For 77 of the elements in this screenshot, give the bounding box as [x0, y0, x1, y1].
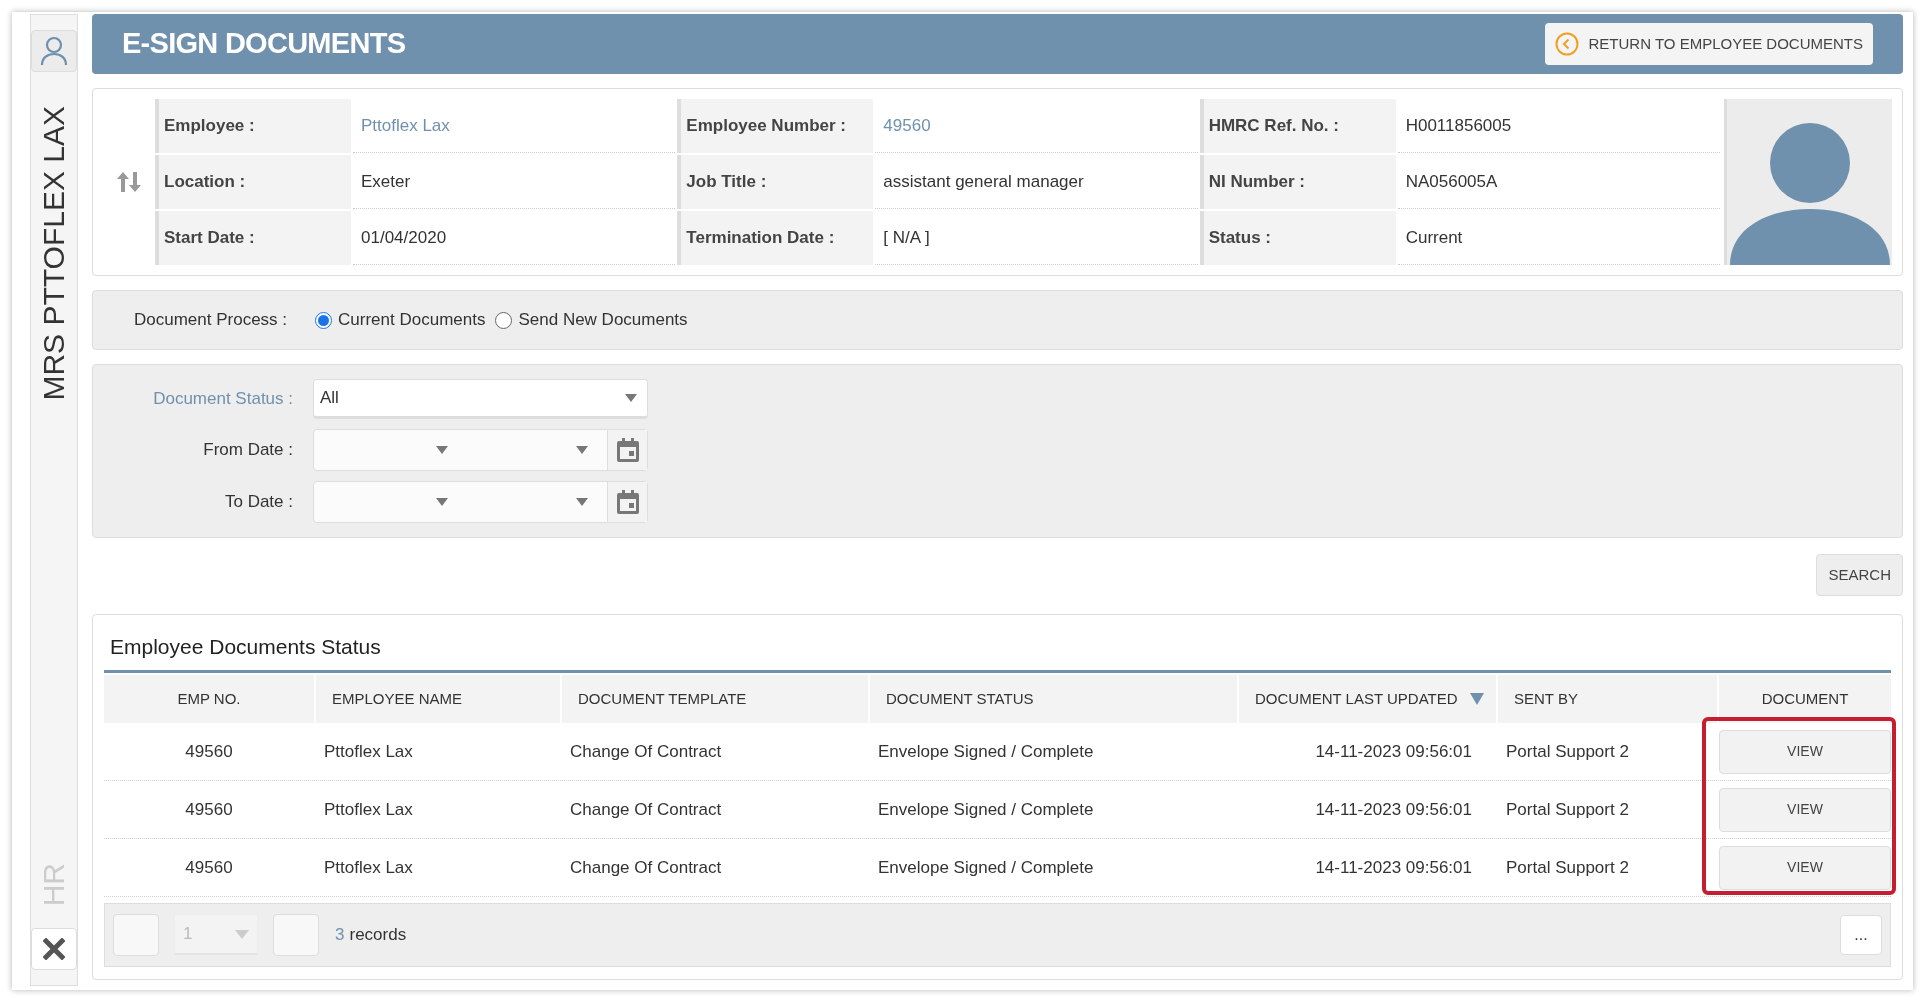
table-cell-text: 14-11-2023 09:56:01	[1314, 798, 1473, 821]
field-label: Employee :	[155, 99, 351, 153]
table-cell-text: Envelope Signed / Complete	[877, 798, 1095, 821]
back-icon	[1554, 32, 1579, 56]
view-button[interactable]: VIEW	[1719, 729, 1891, 774]
table-cell-text: Envelope Signed / Complete	[877, 740, 1095, 763]
table-cell-text: 49560	[184, 740, 234, 763]
calendar-icon[interactable]	[616, 490, 639, 514]
field-label: HMRC Ref. No. :	[1199, 99, 1396, 153]
status-filter-label: Document Status :	[152, 388, 293, 411]
status-dropdown[interactable]: All	[313, 379, 648, 419]
radio-option[interactable]: Send New Documents	[495, 307, 688, 333]
view-button[interactable]: VIEW	[1719, 787, 1891, 832]
close-button[interactable]	[31, 928, 77, 970]
table-cell-text: 14-11-2023 09:56:01	[1314, 856, 1473, 879]
radio-button[interactable]	[315, 311, 333, 329]
table-cell-text: Change Of Contract	[569, 798, 723, 821]
profile-button[interactable]	[31, 30, 77, 72]
caret-icon	[576, 446, 588, 454]
column-header[interactable]: SENT BY	[1498, 675, 1717, 723]
close-icon	[43, 938, 65, 960]
date-filter-label: To Date :	[223, 491, 293, 514]
field-label: Job Title :	[677, 155, 874, 209]
caret-icon	[436, 498, 448, 506]
field-value: Current	[1397, 211, 1720, 265]
date-picker-field[interactable]	[313, 429, 648, 471]
field-label: Status :	[1199, 211, 1396, 265]
employee-name-vertical: MRS PTTOFLEX LAX	[39, 106, 69, 401]
field-value: assistant general manager	[875, 155, 1198, 209]
table-cell-text: Change Of Contract	[569, 856, 723, 879]
table-cell-text: Portal Support 2	[1505, 798, 1630, 821]
table-cell-text: 14-11-2023 09:56:01	[1314, 740, 1473, 763]
field-label: NI Number :	[1199, 155, 1396, 209]
field-value: Exeter	[353, 155, 676, 209]
field-label: Location :	[155, 155, 351, 209]
field-value: [ N/A ]	[875, 211, 1198, 265]
column-header[interactable]: EMPLOYEE NAME	[316, 675, 560, 723]
radio-button[interactable]	[495, 311, 513, 329]
records-label: records	[349, 924, 407, 947]
field-label: Start Date :	[155, 211, 351, 265]
field-label: Employee Number :	[677, 99, 874, 153]
column-header[interactable]: DOCUMENT	[1719, 675, 1891, 723]
return-button[interactable]: RETURN TO EMPLOYEE DOCUMENTS	[1544, 23, 1873, 65]
table-cell-text: Portal Support 2	[1505, 856, 1630, 879]
column-header[interactable]: DOCUMENT LAST UPDATED	[1239, 675, 1496, 723]
radio-option[interactable]: Current Documents	[315, 307, 486, 333]
date-picker-field[interactable]	[313, 481, 648, 523]
search-button[interactable]: SEARCH	[1816, 554, 1903, 596]
person-silhouette-icon	[1729, 121, 1890, 265]
table-cell-text: Envelope Signed / Complete	[877, 856, 1095, 879]
table-cell-text: 49560	[184, 856, 234, 879]
field-label: Termination Date :	[677, 211, 874, 265]
table-cell-text: Change Of Contract	[569, 740, 723, 763]
table-cell-text: Portal Support 2	[1505, 740, 1630, 763]
table-cell-text: 49560	[184, 798, 234, 821]
caret-icon	[576, 498, 588, 506]
field-value: NA056005A	[1397, 155, 1720, 209]
column-header[interactable]: DOCUMENT TEMPLATE	[562, 675, 868, 723]
date-filter-label: From Date :	[202, 439, 293, 462]
calendar-icon[interactable]	[616, 438, 639, 462]
column-header[interactable]: DOCUMENT STATUS	[870, 675, 1237, 723]
caret-icon	[436, 446, 448, 454]
field-value: H0011856005	[1397, 99, 1720, 153]
field-value: 01/04/2020	[353, 211, 676, 265]
page-title: E-SIGN DOCUMENTS	[122, 26, 406, 62]
caret-icon	[625, 394, 637, 402]
view-button[interactable]: VIEW	[1719, 845, 1891, 890]
swap-icon[interactable]	[116, 170, 142, 194]
table-cell-text: Pttoflex Lax	[323, 798, 414, 821]
user-icon	[40, 36, 68, 66]
table-cell-text: Pttoflex Lax	[323, 856, 414, 879]
more-button[interactable]: ...	[1840, 915, 1882, 955]
table-cell-text: Pttoflex Lax	[323, 740, 414, 763]
column-header[interactable]: EMP NO.	[104, 675, 314, 723]
record-count: 3	[335, 924, 345, 947]
caret-icon	[235, 929, 249, 939]
process-label: Document Process :	[134, 309, 288, 332]
